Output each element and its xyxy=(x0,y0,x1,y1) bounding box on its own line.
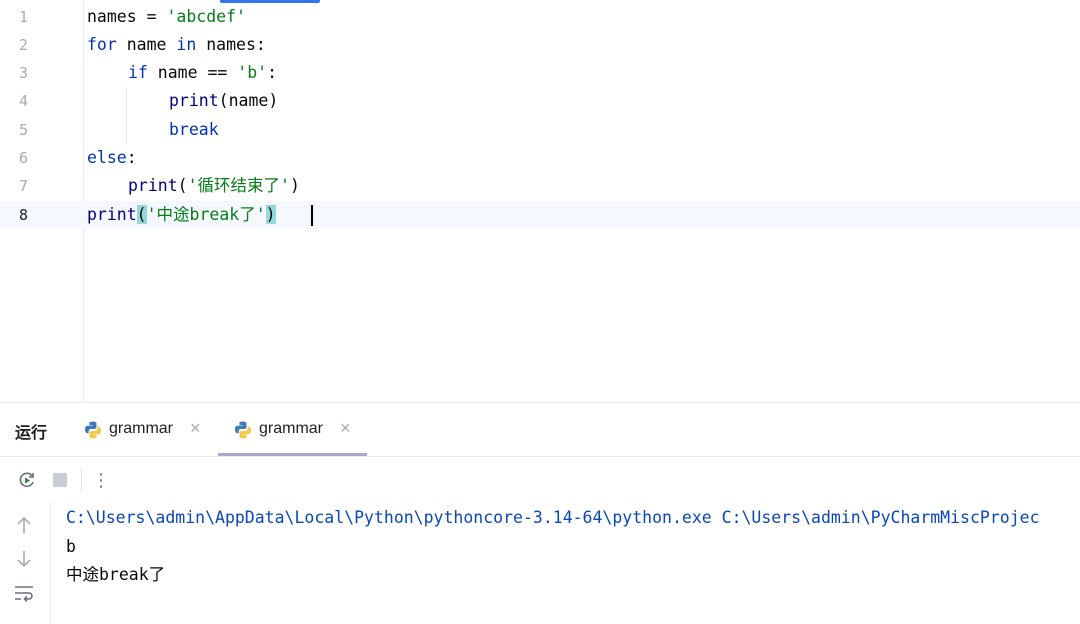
code-editor[interactable]: 1 names = 'abcdef' 2 for name in names: … xyxy=(0,0,1080,402)
tab-label: grammar xyxy=(109,420,174,437)
stop-icon[interactable] xyxy=(49,469,71,491)
code-text: names = 'abcdef' xyxy=(87,7,246,26)
console-line: 中途break了 xyxy=(66,565,166,584)
line-number: 1 xyxy=(18,8,28,26)
run-panel-title: 运行 xyxy=(15,425,48,442)
run-tab-grammar-1[interactable]: grammar × xyxy=(82,403,210,456)
code-text: print(name) xyxy=(169,91,279,110)
code-text: print('循环结束了') xyxy=(128,176,300,195)
line-number: 3 xyxy=(18,64,28,82)
code-line-4[interactable]: 4 print(name) xyxy=(0,87,1080,115)
rerun-icon[interactable] xyxy=(16,469,38,491)
code-text: break xyxy=(169,120,219,139)
line-number: 2 xyxy=(18,36,28,54)
code-line-7[interactable]: 7 print('循环结束了') xyxy=(0,172,1080,200)
soft-wrap-icon[interactable] xyxy=(13,582,35,604)
code-line-1[interactable]: 1 names = 'abcdef' xyxy=(0,3,1080,31)
code-text: print('中途break了') xyxy=(87,205,276,224)
line-number: 5 xyxy=(18,121,28,139)
code-line-8[interactable]: 8 print('中途break了') xyxy=(0,201,1080,229)
code-text: else: xyxy=(87,148,137,167)
scroll-down-icon[interactable] xyxy=(13,548,35,570)
console-output[interactable]: C:\Users\admin\AppData\Local\Python\pyth… xyxy=(66,504,1040,590)
line-number: 6 xyxy=(18,149,28,167)
close-icon[interactable]: × xyxy=(340,418,351,439)
code-text: for name in names: xyxy=(87,35,266,54)
run-tab-bar: 运行 grammar × grammar × xyxy=(0,403,1080,456)
code-line-6[interactable]: 6 else: xyxy=(0,144,1080,172)
code-line-2[interactable]: 2 for name in names: xyxy=(0,31,1080,59)
run-tab-grammar-2[interactable]: grammar × xyxy=(218,403,367,456)
line-number: 4 xyxy=(18,92,28,110)
close-icon[interactable]: × xyxy=(190,418,201,439)
run-toolbar: ⋮ xyxy=(0,456,1080,503)
python-icon xyxy=(235,421,251,439)
code-line-5[interactable]: 5 break xyxy=(0,116,1080,144)
scroll-up-icon[interactable] xyxy=(13,514,35,536)
console-side-toolbar xyxy=(0,502,51,624)
console-command: C:\Users\admin\AppData\Local\Python\pyth… xyxy=(66,508,1040,527)
code-line-3[interactable]: 3 if name == 'b': xyxy=(0,59,1080,87)
console-line: b xyxy=(66,536,76,556)
line-number: 7 xyxy=(18,177,28,195)
code-text: if name == 'b': xyxy=(128,63,278,82)
tab-label: grammar xyxy=(259,420,324,437)
more-icon[interactable]: ⋮ xyxy=(90,469,112,491)
toolbar-separator xyxy=(81,468,82,492)
line-number: 8 xyxy=(18,206,28,224)
run-tool-window: 运行 grammar × grammar × ⋮ C:\Users\admin\… xyxy=(0,402,1080,624)
python-icon xyxy=(85,421,101,439)
text-cursor xyxy=(311,205,313,226)
